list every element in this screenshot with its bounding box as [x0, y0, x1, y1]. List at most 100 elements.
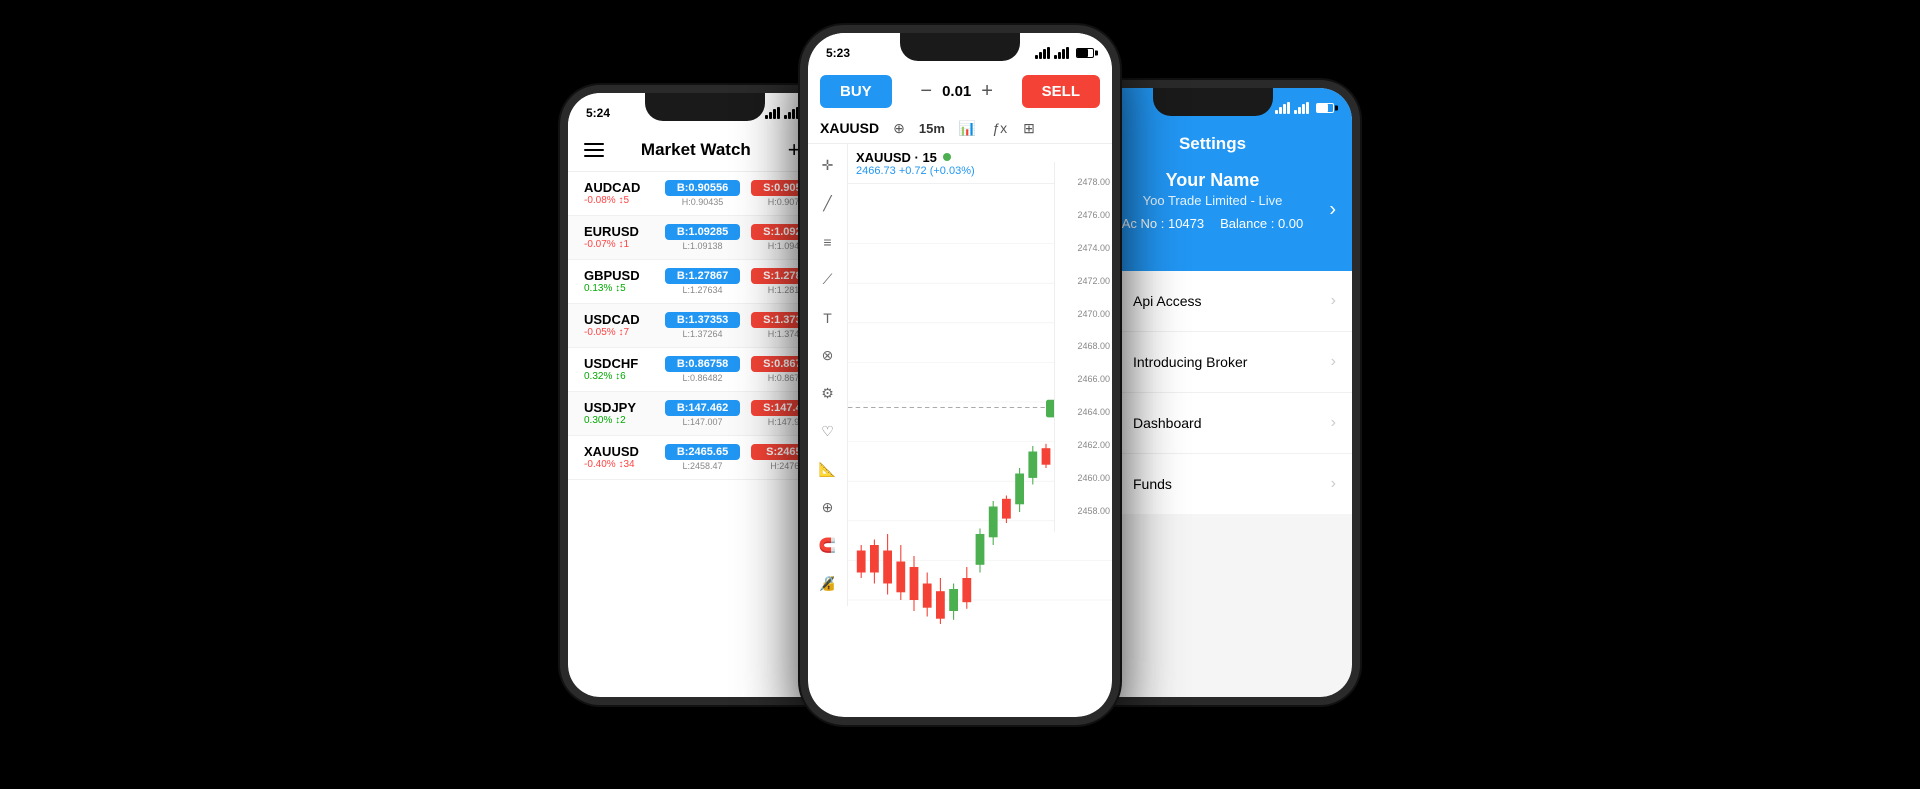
buy-button[interactable]: BUY	[820, 75, 892, 108]
center-signal-icon	[1035, 47, 1050, 59]
price-level-10: 2460.00	[1057, 473, 1110, 483]
bid-button[interactable]: B:1.37353	[665, 312, 740, 328]
lot-increase-button[interactable]: +	[981, 80, 993, 103]
bid-low: L:1.37264	[682, 329, 722, 339]
lot-value: 0.01	[942, 83, 971, 100]
bid-low: H:0.90435	[682, 197, 724, 207]
hamburger-icon[interactable]	[584, 143, 604, 157]
center-status-icons	[1035, 47, 1094, 59]
price-level-3: 2474.00	[1057, 243, 1110, 253]
node-tool[interactable]: ⊗	[816, 344, 840, 368]
bid-low: L:2458.47	[682, 461, 722, 471]
profile-details: Ac No : 10473 Balance : 0.00	[1089, 216, 1336, 231]
chart-type-button[interactable]: 📊	[957, 118, 978, 139]
price-level-8: 2464.00	[1057, 407, 1110, 417]
api-label: Api Access	[1133, 293, 1331, 309]
zoom-in-tool[interactable]: ⊕	[816, 496, 840, 520]
symbol-name: USDJPY	[584, 400, 654, 415]
bid-button[interactable]: B:147.462	[665, 400, 740, 416]
price-axis: 2478.00 2476.00 2474.00 2472.00 2470.00 …	[1054, 162, 1112, 532]
crosshair-tool[interactable]: ✛	[816, 154, 840, 178]
symbol-change: -0.07% ↕1	[584, 239, 654, 250]
symbol-change: 0.32% ↕6	[584, 371, 654, 382]
bid-button[interactable]: B:0.86758	[665, 356, 740, 372]
symbol-change: 0.30% ↕2	[584, 415, 654, 426]
price-level-11: 2458.00	[1057, 506, 1110, 516]
price-level-1: 2478.00	[1057, 177, 1110, 187]
bid-button[interactable]: B:0.90556	[665, 180, 740, 196]
bid-button[interactable]: B:1.27867	[665, 268, 740, 284]
chart-main-area: XAUUSD · 15 2466.73 +0.72 (+0.03%)	[848, 144, 1112, 624]
symbol-col: USDCAD -0.05% ↕7	[584, 312, 654, 338]
bid-col: B:147.462 L:147.007	[665, 400, 740, 427]
bid-low: L:147.007	[682, 417, 722, 427]
chart-toolbar: XAUUSD ⊕ 15m 📊 ƒx ⊞	[808, 114, 1112, 144]
chart-left-tools: ✛ ╱ ≡ ⟋ T ⊗ ⚙ ♡ 📐 ⊕ 🧲 🔏	[808, 144, 848, 606]
lines-tool[interactable]: ≡	[816, 230, 840, 254]
symbol-col: GBPUSD 0.13% ↕5	[584, 268, 654, 294]
symbol-col: XAUUSD -0.40% ↕34	[584, 444, 654, 470]
layout-button[interactable]: ⊞	[1021, 118, 1037, 139]
diagonal-tool[interactable]: ⟋	[816, 268, 840, 292]
symbol-change: -0.05% ↕7	[584, 327, 654, 338]
symbol-name: USDCHF	[584, 356, 654, 371]
sell-button[interactable]: SELL	[1022, 75, 1100, 108]
price-level-2: 2476.00	[1057, 210, 1110, 220]
profile-balance: Balance : 0.00	[1220, 216, 1303, 231]
center-signal-icon-2	[1054, 47, 1069, 59]
trend-line-tool[interactable]: ╱	[816, 192, 840, 216]
symbol-name: GBPUSD	[584, 268, 654, 283]
magnet-tool[interactable]: 🧲	[816, 534, 840, 558]
center-battery-icon	[1076, 48, 1094, 58]
center-phone-screen: 5:23 BUY − 0.01	[808, 33, 1112, 717]
lot-decrease-button[interactable]: −	[920, 80, 932, 103]
center-phone-notch	[900, 33, 1020, 61]
signal-bars-icon-2	[784, 107, 799, 119]
price-level-7: 2466.00	[1057, 374, 1110, 384]
price-level-9: 2462.00	[1057, 440, 1110, 450]
heart-tool[interactable]: ♡	[816, 420, 840, 444]
trade-bar: BUY − 0.01 + SELL	[808, 69, 1112, 114]
dashboard-label: Dashboard	[1133, 415, 1331, 431]
add-indicator-button[interactable]: ⊕	[891, 118, 907, 139]
price-level-4: 2472.00	[1057, 276, 1110, 286]
left-phone-notch	[645, 93, 765, 121]
timeframe-button[interactable]: 15m	[919, 121, 945, 136]
symbol-col: USDJPY 0.30% ↕2	[584, 400, 654, 426]
price-level-6: 2468.00	[1057, 341, 1110, 351]
bid-button[interactable]: B:1.09285	[665, 224, 740, 240]
right-status-icons	[1275, 102, 1334, 114]
ruler-tool[interactable]: 📐	[816, 458, 840, 482]
dashboard-arrow: ›	[1331, 414, 1336, 432]
left-status-time: 5:24	[586, 106, 610, 120]
bid-col: B:2465.65 L:2458.47	[665, 444, 740, 471]
right-signal-icon	[1275, 102, 1290, 114]
bid-low: L:0.86482	[682, 373, 722, 383]
profile-account: Ac No : 10473	[1122, 216, 1204, 231]
bid-low: L:1.27634	[682, 285, 722, 295]
bid-button[interactable]: B:2465.65	[665, 444, 740, 460]
symbol-col: USDCHF 0.32% ↕6	[584, 356, 654, 382]
bid-col: B:0.90556 H:0.90435	[665, 180, 740, 207]
text-tool[interactable]: T	[816, 306, 840, 330]
chart-area: ✛ ╱ ≡ ⟋ T ⊗ ⚙ ♡ 📐 ⊕ 🧲 🔏	[808, 144, 1112, 624]
symbol-col: AUDCAD -0.08% ↕5	[584, 180, 654, 206]
settings-tool[interactable]: ⚙	[816, 382, 840, 406]
bid-col: B:1.27867 L:1.27634	[665, 268, 740, 295]
fx-button[interactable]: ƒx	[990, 118, 1009, 138]
symbol-change: -0.40% ↕34	[584, 459, 654, 470]
symbol-change: -0.08% ↕5	[584, 195, 654, 206]
ib-arrow: ›	[1331, 353, 1336, 371]
right-signal-icon-2	[1294, 102, 1309, 114]
symbol-col: EURUSD -0.07% ↕1	[584, 224, 654, 250]
profile-arrow-icon[interactable]: ›	[1329, 199, 1336, 222]
symbol-change: 0.13% ↕5	[584, 283, 654, 294]
lock-tool[interactable]: 🔏	[816, 572, 840, 596]
add-symbol-button[interactable]: +	[788, 137, 801, 163]
bid-col: B:1.37353 L:1.37264	[665, 312, 740, 339]
right-phone-notch	[1153, 88, 1273, 116]
right-battery-icon	[1316, 103, 1334, 113]
chart-symbol[interactable]: XAUUSD	[820, 120, 879, 136]
signal-bars-icon	[765, 107, 780, 119]
phone-center: 5:23 BUY − 0.01	[800, 25, 1120, 725]
